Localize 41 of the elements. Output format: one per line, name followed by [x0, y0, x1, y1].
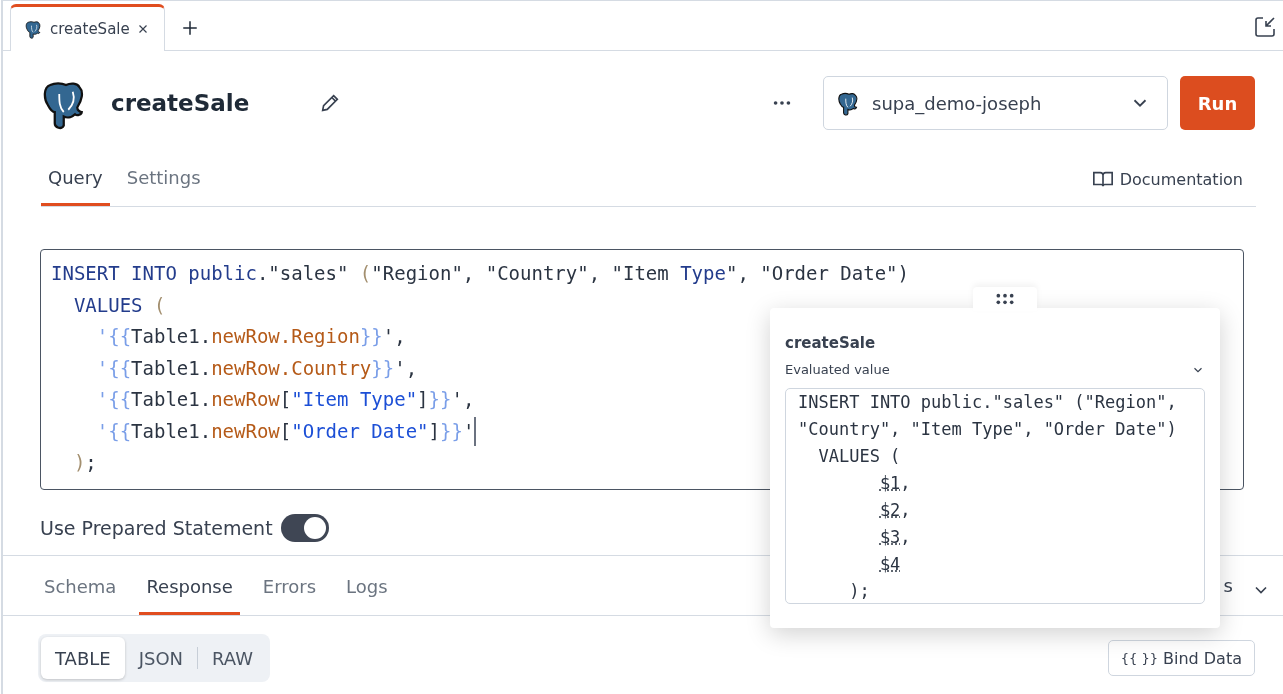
view-option[interactable]: TABLE	[41, 637, 125, 679]
file-tab[interactable]: createSale	[10, 4, 165, 51]
section-label: Evaluated value	[785, 362, 890, 377]
query-title: createSale	[111, 90, 250, 116]
response-tab[interactable]: Schema	[37, 576, 124, 615]
run-button[interactable]: Run	[1180, 76, 1255, 130]
code-line: INSERT INTO public."sales" ("Region",	[798, 391, 1177, 414]
code-line: '{{Table1.newRow["Item Type"]}}',	[95, 387, 475, 412]
toggle-switch[interactable]	[280, 514, 329, 542]
code-line: );	[72, 450, 97, 475]
plus-icon[interactable]	[180, 19, 199, 37]
view-option[interactable]: RAW	[198, 637, 267, 679]
code-line: VALUES (	[72, 292, 166, 318]
code-line: $3,	[878, 526, 911, 549]
code-line: VALUES (	[817, 445, 901, 468]
query-tab[interactable]: Settings	[119, 167, 208, 206]
datasource-dropdown[interactable]: supa_demo-joseph	[823, 76, 1168, 130]
code-line: "Country", "Item Type", "Order Date")	[798, 418, 1177, 441]
drag-handle[interactable]	[973, 287, 1037, 311]
code-line: $1,	[878, 472, 911, 495]
response-tab[interactable]: Response	[139, 576, 240, 615]
datasource-name: supa_demo-joseph	[872, 92, 1043, 114]
popover-title: createSale	[785, 334, 877, 352]
code-line: '{{Table1.newRow["Order Date"]}}'	[51, 415, 477, 447]
elephant-icon	[24, 19, 44, 39]
response-tab[interactable]: Errors	[255, 576, 324, 615]
minimize-icon[interactable]	[1253, 15, 1277, 39]
view-option[interactable]: JSON	[124, 637, 198, 679]
documentation-link[interactable]: Documentation	[1119, 169, 1243, 189]
code-line: );	[848, 580, 870, 603]
query-tab[interactable]: Query	[41, 167, 110, 206]
code-line: INSERT INTO public."sales" ("Region", "Country", "Item Type", "Order Date")	[51, 261, 909, 286]
code-line: '{{Table1.newRow.Country}}',	[95, 355, 418, 381]
response-tab[interactable]: Logs	[339, 576, 395, 615]
code-line: $4	[878, 553, 901, 576]
toggle-label: Use Prepared Statement	[40, 517, 273, 539]
code-line: $2,	[878, 499, 911, 522]
bind-data-button[interactable]: {{ }} Bind Data	[1107, 640, 1255, 676]
tab-label: s	[1223, 575, 1233, 596]
tab-label: createSale	[50, 20, 130, 38]
code-line: '{{Table1.newRow.Region}}',	[95, 324, 406, 349]
